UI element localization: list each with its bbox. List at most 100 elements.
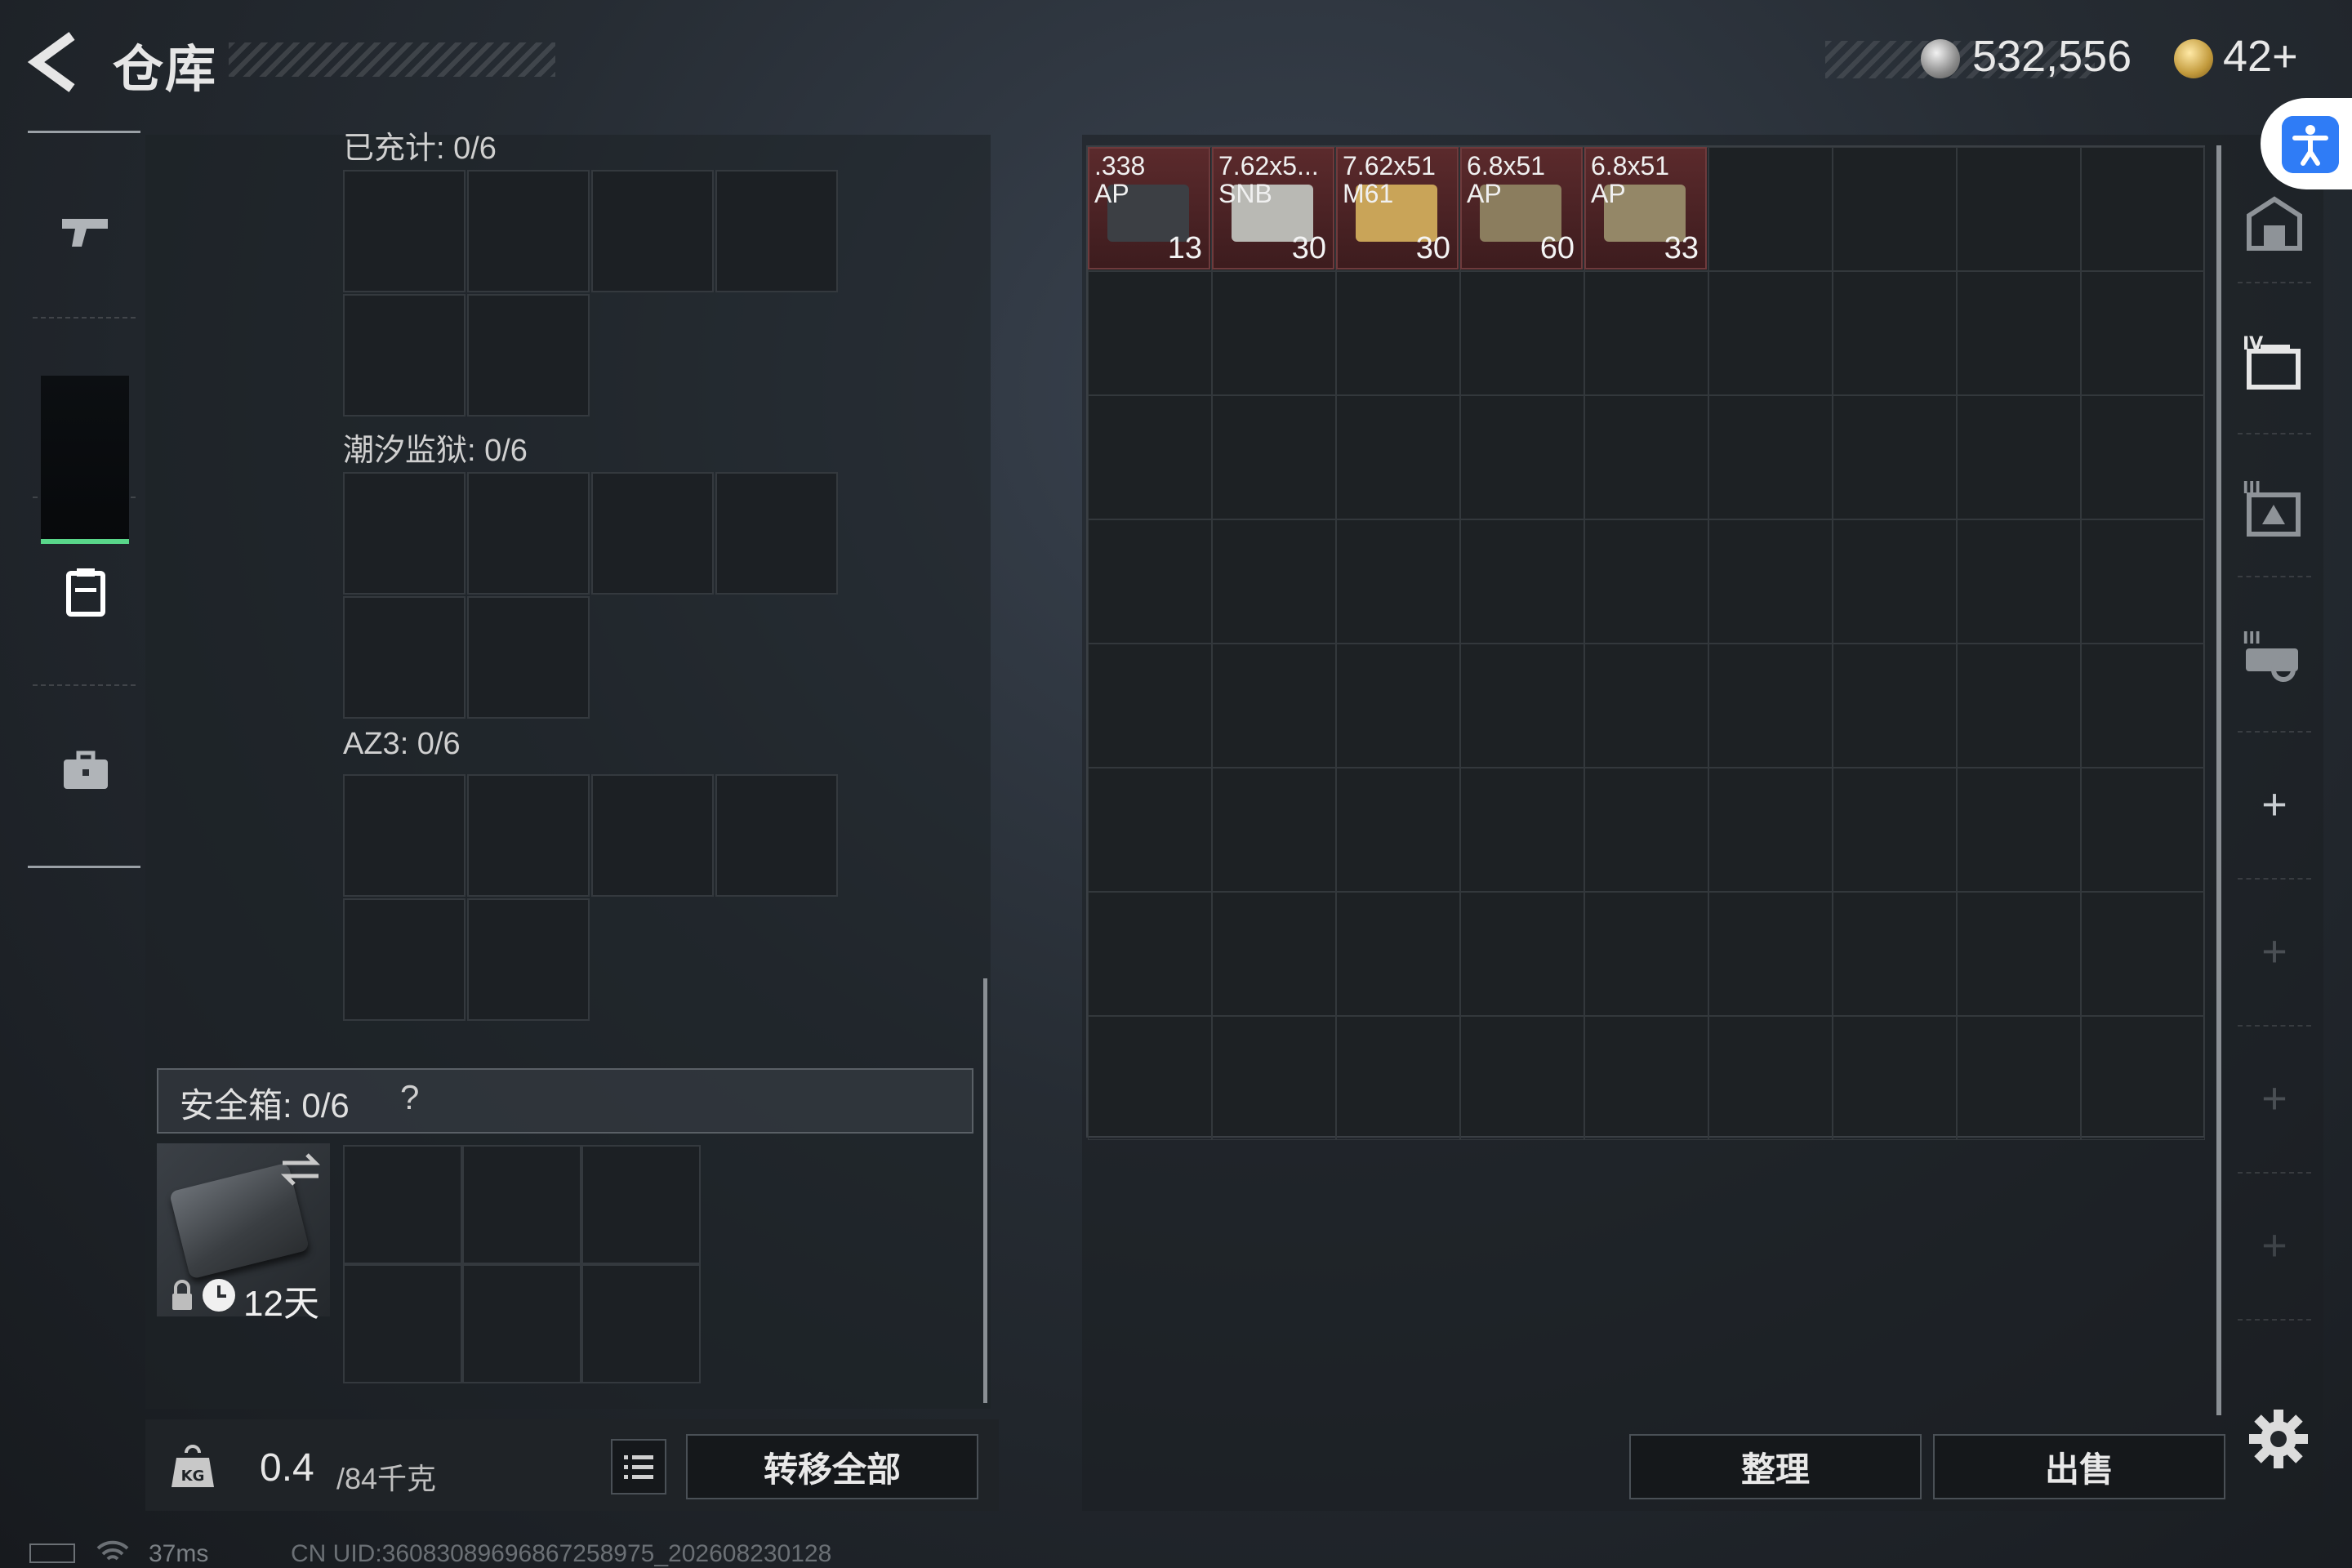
safe-slot[interactable] (343, 1145, 462, 1264)
storage-cell[interactable] (1708, 892, 1833, 1016)
storage-cell[interactable] (1460, 519, 1584, 644)
equipment-scrollbar[interactable] (983, 978, 987, 1403)
storage-cell[interactable] (1708, 519, 1833, 644)
slot[interactable] (343, 294, 466, 416)
slot[interactable] (343, 472, 466, 595)
storage-cell[interactable] (1957, 1016, 2081, 1140)
slot[interactable] (591, 774, 714, 897)
storage-cell[interactable] (1833, 519, 1957, 644)
storage-cell[interactable] (1708, 644, 1833, 768)
storage-cell[interactable] (1088, 1016, 1212, 1140)
accessibility-icon[interactable] (2282, 116, 2339, 173)
storage-scrollbar[interactable] (2216, 145, 2221, 1415)
add-storage-icon[interactable]: + (2254, 782, 2295, 826)
storage-item[interactable]: 6.8x51 AP 60 (1460, 147, 1583, 270)
slot[interactable] (343, 898, 466, 1021)
storage-cell[interactable] (1336, 768, 1460, 892)
settings-gear-icon[interactable] (2246, 1406, 2311, 1472)
slot[interactable] (715, 774, 838, 897)
slot[interactable] (591, 170, 714, 292)
storage-cell[interactable] (1336, 519, 1460, 644)
storage-cell[interactable] (1833, 892, 1957, 1016)
storage-cell[interactable] (1336, 1016, 1460, 1140)
storage-cell[interactable] (1212, 644, 1336, 768)
storage-cell[interactable] (1088, 271, 1212, 395)
storage-cell[interactable] (2081, 147, 2205, 271)
slot[interactable] (343, 170, 466, 292)
storage-cell[interactable] (1212, 271, 1336, 395)
storage-cell[interactable] (1088, 768, 1212, 892)
storage-cell[interactable] (1584, 1016, 1708, 1140)
storage-page-2-icon[interactable]: III (2238, 621, 2311, 694)
storage-cell[interactable] (2081, 768, 2205, 892)
storage-item[interactable]: 7.62x5... SNB 30 (1212, 147, 1334, 270)
storage-cell[interactable] (1708, 768, 1833, 892)
nav-case[interactable] (41, 727, 131, 817)
storage-cell[interactable] (1460, 644, 1584, 768)
slot[interactable] (467, 294, 590, 416)
storage-cell[interactable] (1584, 395, 1708, 519)
storage-cell[interactable] (1460, 395, 1584, 519)
storage-cell[interactable] (1088, 519, 1212, 644)
gold-currency-amount[interactable]: 42+ (2223, 31, 2298, 82)
safe-slot[interactable] (343, 1264, 462, 1383)
storage-cell[interactable] (1212, 519, 1336, 644)
safe-slot[interactable] (581, 1264, 701, 1383)
slot[interactable] (467, 170, 590, 292)
slot[interactable] (343, 774, 466, 897)
storage-cell[interactable] (1957, 147, 2081, 271)
slot[interactable] (715, 472, 838, 595)
slot[interactable] (467, 774, 590, 897)
storage-cell[interactable] (1957, 644, 2081, 768)
slot[interactable] (467, 596, 590, 719)
nav-weapon[interactable] (41, 188, 131, 278)
storage-cell[interactable] (1957, 395, 2081, 519)
storage-cell[interactable] (1833, 271, 1957, 395)
nav-storage[interactable] (41, 547, 131, 637)
storage-cell[interactable] (1584, 768, 1708, 892)
add-storage-icon[interactable]: + (2254, 929, 2295, 973)
storage-cell[interactable] (1088, 644, 1212, 768)
add-storage-icon[interactable]: + (2254, 1223, 2295, 1267)
storage-cell[interactable] (2081, 519, 2205, 644)
storage-cell[interactable] (1336, 892, 1460, 1016)
storage-item[interactable]: .338 AP 13 (1088, 147, 1210, 270)
storage-cell[interactable] (1833, 1016, 1957, 1140)
storage-cell[interactable] (1957, 892, 2081, 1016)
storage-cell[interactable] (1336, 395, 1460, 519)
storage-cell[interactable] (1957, 271, 2081, 395)
swap-arrows-icon[interactable] (278, 1150, 323, 1189)
slot[interactable] (591, 472, 714, 595)
storage-cell[interactable] (1212, 1016, 1336, 1140)
storage-cell[interactable] (2081, 1016, 2205, 1140)
storage-cell[interactable] (1584, 271, 1708, 395)
storage-cell[interactable] (1088, 395, 1212, 519)
slot[interactable] (467, 472, 590, 595)
safe-slot[interactable] (462, 1264, 581, 1383)
sort-button[interactable]: 整理 (1629, 1434, 1922, 1499)
silver-currency-amount[interactable]: 532,556 (1972, 31, 2132, 82)
slot[interactable] (715, 170, 838, 292)
storage-cell[interactable] (1708, 395, 1833, 519)
storage-cell[interactable] (1957, 519, 2081, 644)
storage-page-4-icon[interactable]: IV (2238, 327, 2311, 400)
storage-cell[interactable] (1584, 644, 1708, 768)
storage-cell[interactable] (1708, 271, 1833, 395)
storage-item[interactable]: 7.62x51 M61 30 (1336, 147, 1459, 270)
storage-cell[interactable] (1833, 644, 1957, 768)
safe-slot[interactable] (462, 1145, 581, 1264)
storage-cell[interactable] (1833, 768, 1957, 892)
storage-cell[interactable] (1212, 768, 1336, 892)
storage-page-3-icon[interactable]: III (2238, 474, 2311, 547)
storage-cell[interactable] (1460, 271, 1584, 395)
storage-cell[interactable] (1336, 271, 1460, 395)
slot[interactable] (343, 596, 466, 719)
storage-item[interactable]: 6.8x51 AP 33 (1584, 147, 1707, 270)
storage-page-1-icon[interactable] (2238, 188, 2311, 261)
help-icon[interactable]: ? (400, 1078, 419, 1117)
storage-cell[interactable] (2081, 644, 2205, 768)
transfer-all-button[interactable]: 转移全部 (686, 1434, 978, 1499)
back-arrow-icon[interactable] (24, 29, 90, 95)
storage-cell[interactable] (1584, 519, 1708, 644)
storage-cell[interactable] (1212, 892, 1336, 1016)
